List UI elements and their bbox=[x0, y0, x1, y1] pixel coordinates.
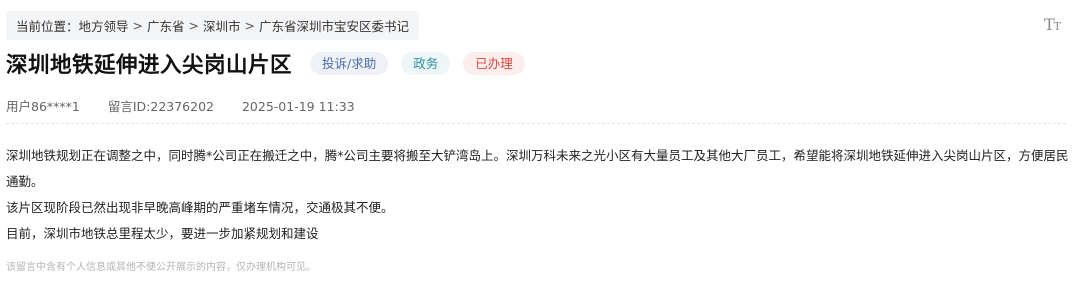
status-badge: 已办理 bbox=[463, 52, 525, 75]
breadcrumb-item-local-leaders[interactable]: 地方领导 bbox=[79, 16, 129, 35]
divider bbox=[6, 123, 1066, 124]
font-size-big-t: T bbox=[1043, 15, 1055, 34]
page-title: 深圳地铁延伸进入尖岗山片区 bbox=[6, 53, 293, 78]
content-paragraph: 深圳地铁规划正在调整之中，同时腾*公司正在搬迁之中，腾*公司主要将搬至大铲湾岛上… bbox=[6, 148, 1069, 189]
breadcrumb-prefix: 当前位置： bbox=[16, 19, 79, 34]
content-paragraph: 目前，深圳市地铁总里程太少，要进一步加紧规划和建设 bbox=[6, 226, 319, 241]
font-size-toggle-icon[interactable]: TT bbox=[1043, 15, 1061, 34]
breadcrumb: 当前位置： 地方领导 > 广东省 > 深圳市 > 广东省深圳市宝安区委书记 bbox=[6, 11, 420, 40]
meta-user: 用户86****1 bbox=[6, 99, 80, 114]
breadcrumb-separator: > bbox=[244, 18, 256, 33]
font-size-small-t: T bbox=[1053, 20, 1061, 33]
meta-message-id: 留言ID:22376202 bbox=[107, 99, 214, 114]
message-meta: 用户86****1 留言ID:22376202 2025-01-19 11:33 bbox=[6, 96, 355, 115]
breadcrumb-item-shenzhen[interactable]: 深圳市 bbox=[203, 16, 241, 35]
message-content: 深圳地铁规划正在调整之中，同时腾*公司正在搬迁之中，腾*公司主要将搬至大铲湾岛上… bbox=[6, 143, 1070, 247]
message-detail-page: 当前位置： 地方领导 > 广东省 > 深圳市 > 广东省深圳市宝安区委书记 TT… bbox=[0, 0, 1080, 284]
meta-timestamp: 2025-01-19 11:33 bbox=[241, 99, 355, 114]
tag-complaint-help: 投诉/求助 bbox=[310, 52, 389, 75]
breadcrumb-item-guangdong[interactable]: 广东省 bbox=[147, 16, 185, 35]
title-row: 深圳地铁延伸进入尖岗山片区 投诉/求助 政务 已办理 bbox=[6, 48, 525, 79]
breadcrumb-separator: > bbox=[188, 18, 200, 33]
content-paragraph: 该片区现阶段已然出现非早晚高峰期的严重堵车情况，交通极其不便。 bbox=[6, 200, 394, 215]
breadcrumb-separator: > bbox=[132, 18, 144, 33]
tag-government-affairs: 政务 bbox=[401, 52, 451, 75]
breadcrumb-item-current: 广东省深圳市宝安区委书记 bbox=[259, 19, 410, 34]
privacy-notice: 该留言中含有个人信息或其他不便公开展示的内容，仅办理机构可见。 bbox=[6, 262, 316, 273]
